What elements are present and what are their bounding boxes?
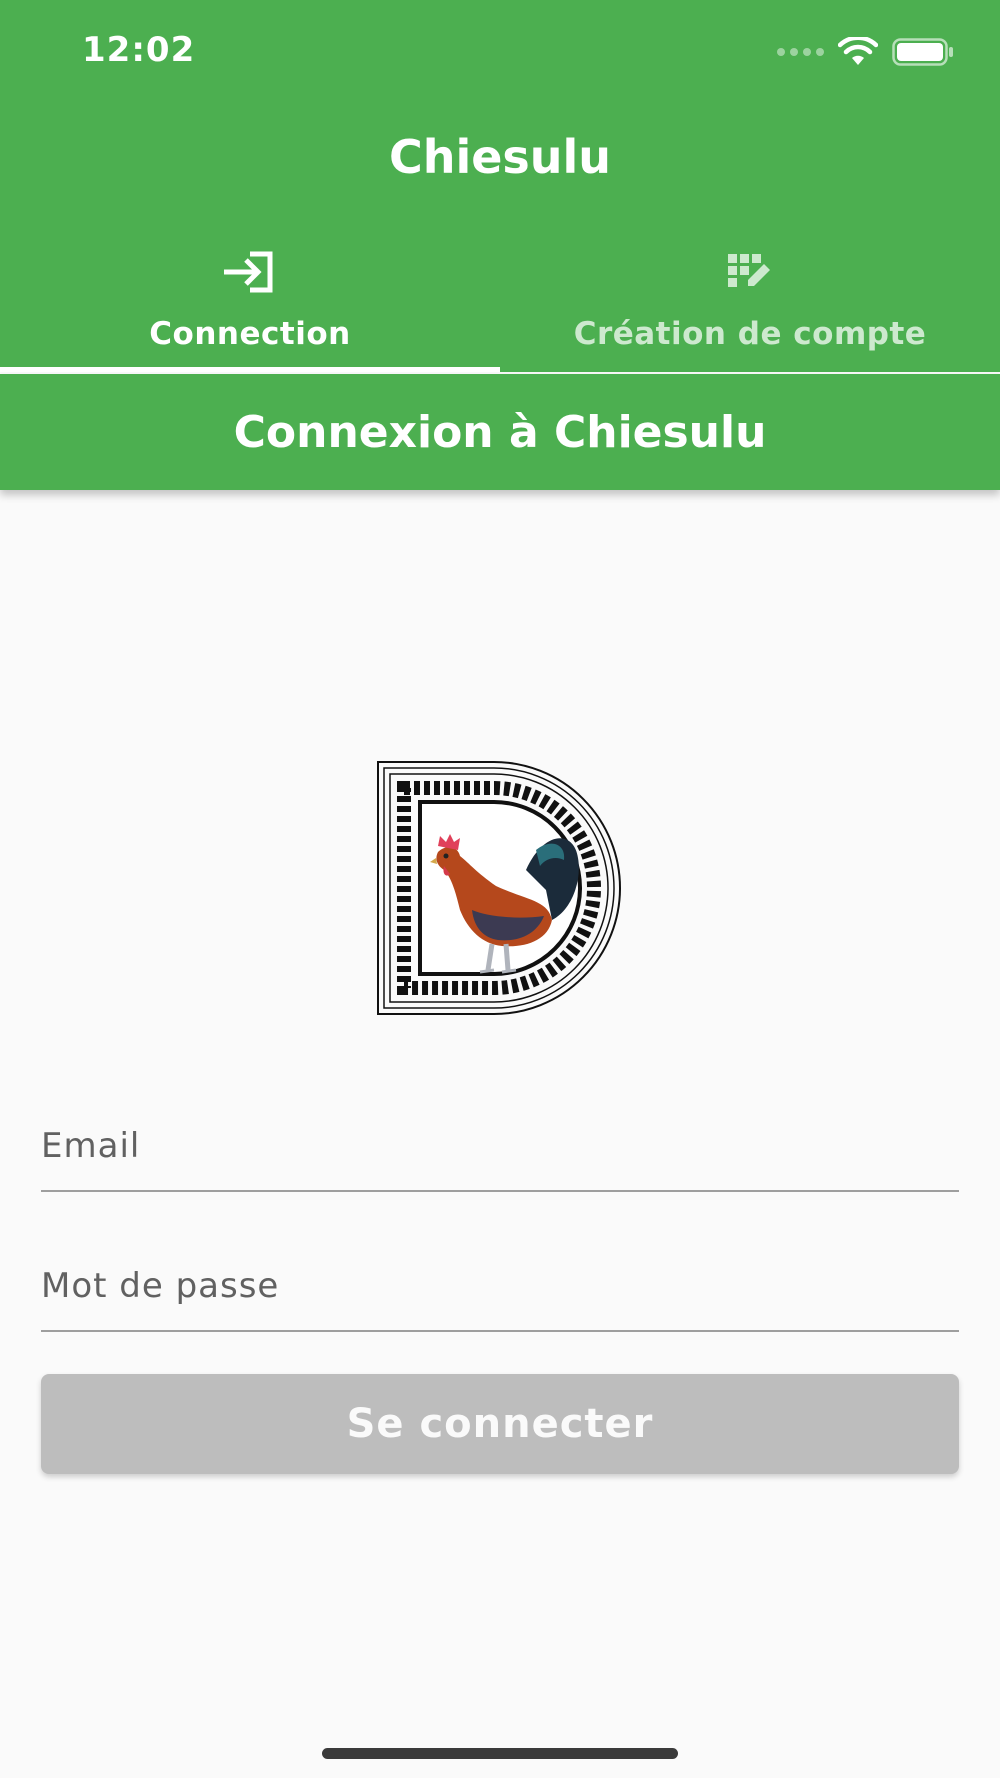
wifi-icon xyxy=(838,37,878,67)
app-bar: 12:02 Chiesulu Connection Création de co… xyxy=(0,0,1000,372)
login-screen: 12:02 Chiesulu Connection Création de co… xyxy=(0,0,1000,1778)
tab-active-indicator xyxy=(0,367,500,372)
login-arrow-icon xyxy=(222,244,278,300)
email-input[interactable] xyxy=(41,1082,959,1192)
password-field[interactable] xyxy=(41,1222,959,1332)
page-title: Connexion à Chiesulu xyxy=(0,374,1000,490)
app-title: Chiesulu xyxy=(388,130,612,184)
grid-edit-icon xyxy=(726,244,774,300)
home-indicator[interactable] xyxy=(322,1748,678,1759)
tab-connection[interactable]: Connection xyxy=(0,232,500,372)
password-input[interactable] xyxy=(41,1222,959,1332)
battery-icon xyxy=(892,38,954,66)
email-field[interactable] xyxy=(41,1082,959,1192)
tab-bar: Connection Création de compte xyxy=(0,232,1000,372)
cellular-signal-icon xyxy=(777,48,824,56)
status-indicators xyxy=(777,34,954,70)
tab-creation-de-compte[interactable]: Création de compte xyxy=(500,232,1000,372)
status-time: 12:02 xyxy=(82,30,196,70)
tab-label: Création de compte xyxy=(573,316,927,352)
tab-label: Connection xyxy=(149,316,351,352)
rooster-letter-d-logo xyxy=(376,760,624,1016)
login-button[interactable]: Se connecter xyxy=(41,1374,959,1474)
